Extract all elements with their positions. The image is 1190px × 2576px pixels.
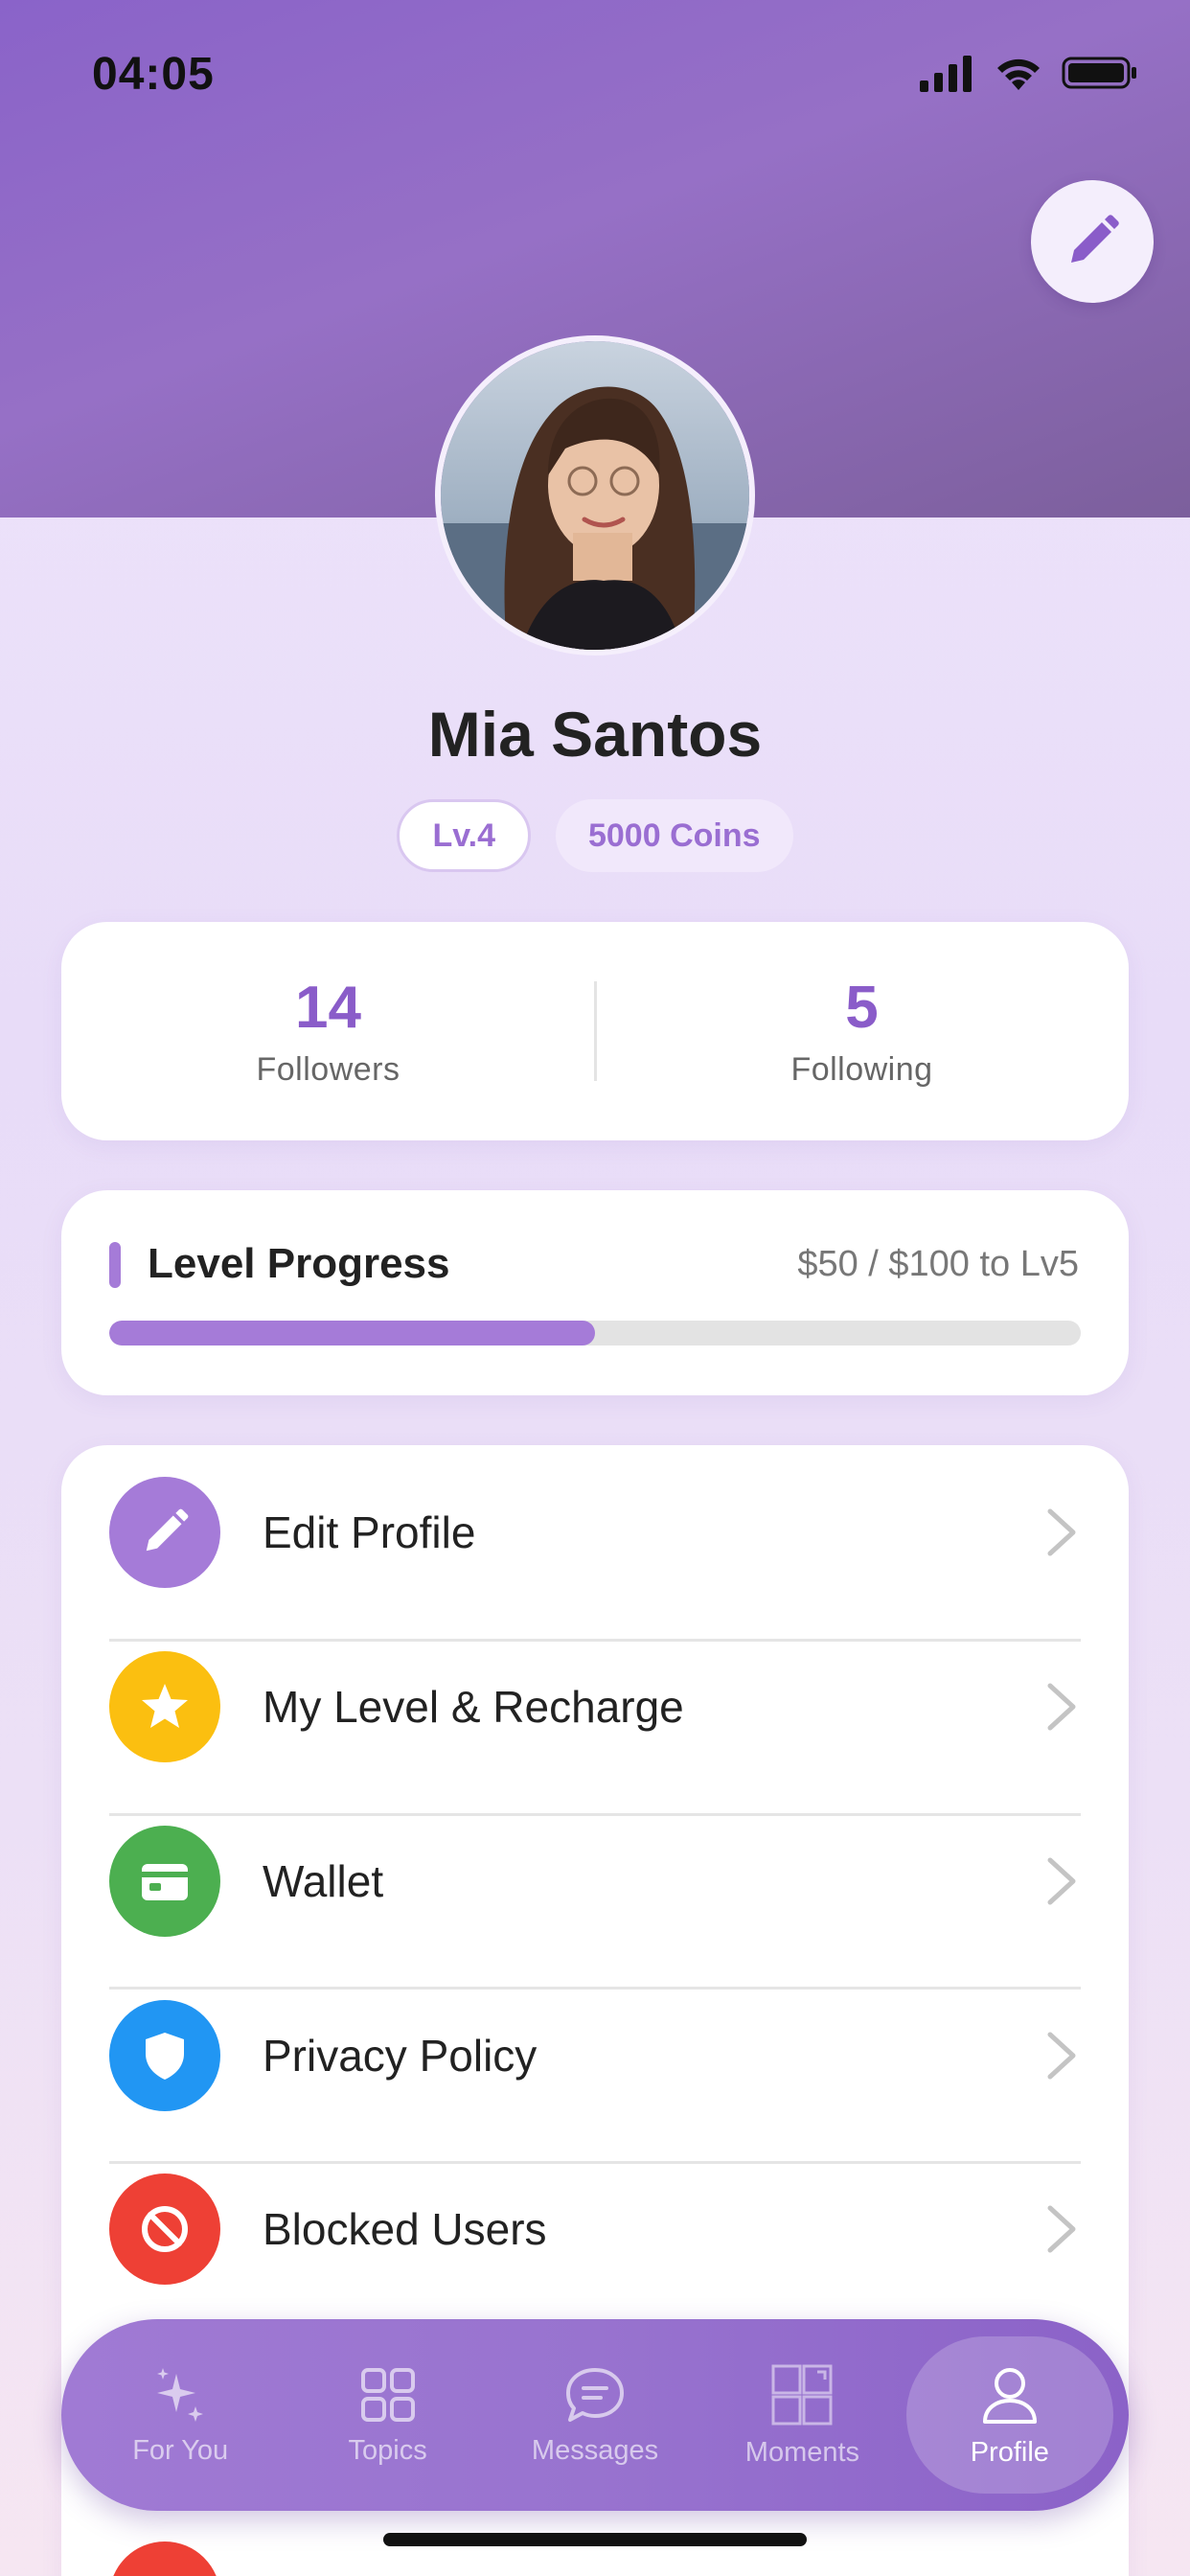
following-count: 5: [845, 975, 879, 1041]
status-bar: 04:05: [0, 0, 1190, 153]
progress-title: Level Progress: [148, 1240, 450, 1287]
menu-item-edit-profile[interactable]: Edit Profile: [109, 1445, 1081, 1619]
edit-profile-fab[interactable]: [1031, 180, 1154, 303]
pencil-icon: [1071, 215, 1119, 263]
following-label: Following: [790, 1051, 933, 1088]
menu-item-label: Blocked Users: [263, 2203, 547, 2254]
tab-messages[interactable]: Messages: [492, 2336, 698, 2494]
menu-item-label: Privacy Policy: [263, 2030, 538, 2081]
tab-moments[interactable]: Moments: [698, 2336, 905, 2494]
following-stat[interactable]: 5 Following: [595, 922, 1129, 1140]
menu-icon-circle: [109, 1650, 220, 1762]
tab-label: Messages: [531, 2434, 659, 2466]
menu-item-label: Edit Profile: [263, 1506, 476, 1557]
level-progress-card: Level Progress $50 / $100 to Lv5: [61, 1190, 1129, 1395]
menu-item-blocked-users[interactable]: Blocked Users: [109, 2142, 1081, 2315]
progress-status: $50 / $100 to Lv5: [797, 1244, 1079, 1284]
user-name: Mia Santos: [427, 699, 763, 770]
followers-count: 14: [295, 975, 361, 1041]
menu-item-wallet[interactable]: Wallet: [109, 1794, 1081, 1967]
progress-accent-bar: [109, 1242, 121, 1288]
chevron-right-icon: [1042, 1680, 1081, 1734]
tab-label: Profile: [970, 2436, 1049, 2468]
progress-track: [109, 1321, 1081, 1346]
coins-badge[interactable]: 5000 Coins: [555, 799, 793, 872]
status-icons: [918, 54, 1138, 92]
chat-bubble-icon: [566, 2367, 625, 2422]
chevron-right-icon: [1042, 1854, 1081, 1908]
progress-fill: [109, 1321, 595, 1346]
menu-item-label: My Level & Recharge: [263, 1681, 684, 1732]
status-time: 04:05: [92, 49, 215, 100]
tab-label: Moments: [744, 2436, 860, 2468]
shield-icon: [146, 2032, 184, 2080]
menu-icon-circle: [109, 1476, 220, 1588]
stats-divider: [594, 981, 597, 1081]
menu-icon-circle: [109, 1999, 220, 2111]
battery-icon: [1062, 57, 1136, 89]
sparkles-icon: [157, 2367, 204, 2422]
chevron-right-icon: [1042, 1506, 1081, 1559]
followers-label: Followers: [256, 1051, 400, 1088]
wifi-icon: [997, 58, 1040, 90]
tab-topics[interactable]: Topics: [284, 2336, 491, 2494]
menu-item-privacy-policy[interactable]: Privacy Policy: [109, 1968, 1081, 2142]
tab-profile[interactable]: Profile: [905, 2336, 1114, 2494]
menu-item-label: Wallet: [263, 1855, 384, 1906]
cellular-signal-icon: [920, 56, 972, 92]
profile-badges: Lv.4 5000 Coins: [0, 799, 1190, 872]
level-badge[interactable]: Lv.4: [397, 799, 531, 872]
tab-label: Topics: [348, 2434, 427, 2466]
followers-stat[interactable]: 14 Followers: [61, 922, 595, 1140]
home-indicator: [383, 2533, 807, 2546]
grid-icon: [360, 2367, 415, 2422]
avatar[interactable]: [435, 335, 755, 656]
tab-label: For You: [132, 2434, 229, 2466]
stats-card: 14 Followers 5 Following: [61, 922, 1129, 1140]
wallet-icon: [142, 1863, 188, 1900]
menu-icon-circle: [109, 2173, 220, 2285]
person-icon: [982, 2367, 1037, 2424]
block-icon: [142, 2205, 188, 2252]
menu-item-level-recharge[interactable]: My Level & Recharge: [109, 1620, 1081, 1793]
menu-icon-circle: [109, 1825, 220, 1937]
tab-for-you[interactable]: For You: [77, 2336, 284, 2494]
chevron-right-icon: [1042, 2029, 1081, 2082]
bottom-tab-bar: For You Topics Messages Moments Profile: [61, 2319, 1129, 2511]
pencil-icon: [146, 1508, 189, 1551]
chevron-right-icon: [1042, 2202, 1081, 2256]
avatar-photo: [441, 341, 749, 650]
star-icon: [142, 1683, 188, 1728]
moments-icon: [771, 2364, 833, 2425]
